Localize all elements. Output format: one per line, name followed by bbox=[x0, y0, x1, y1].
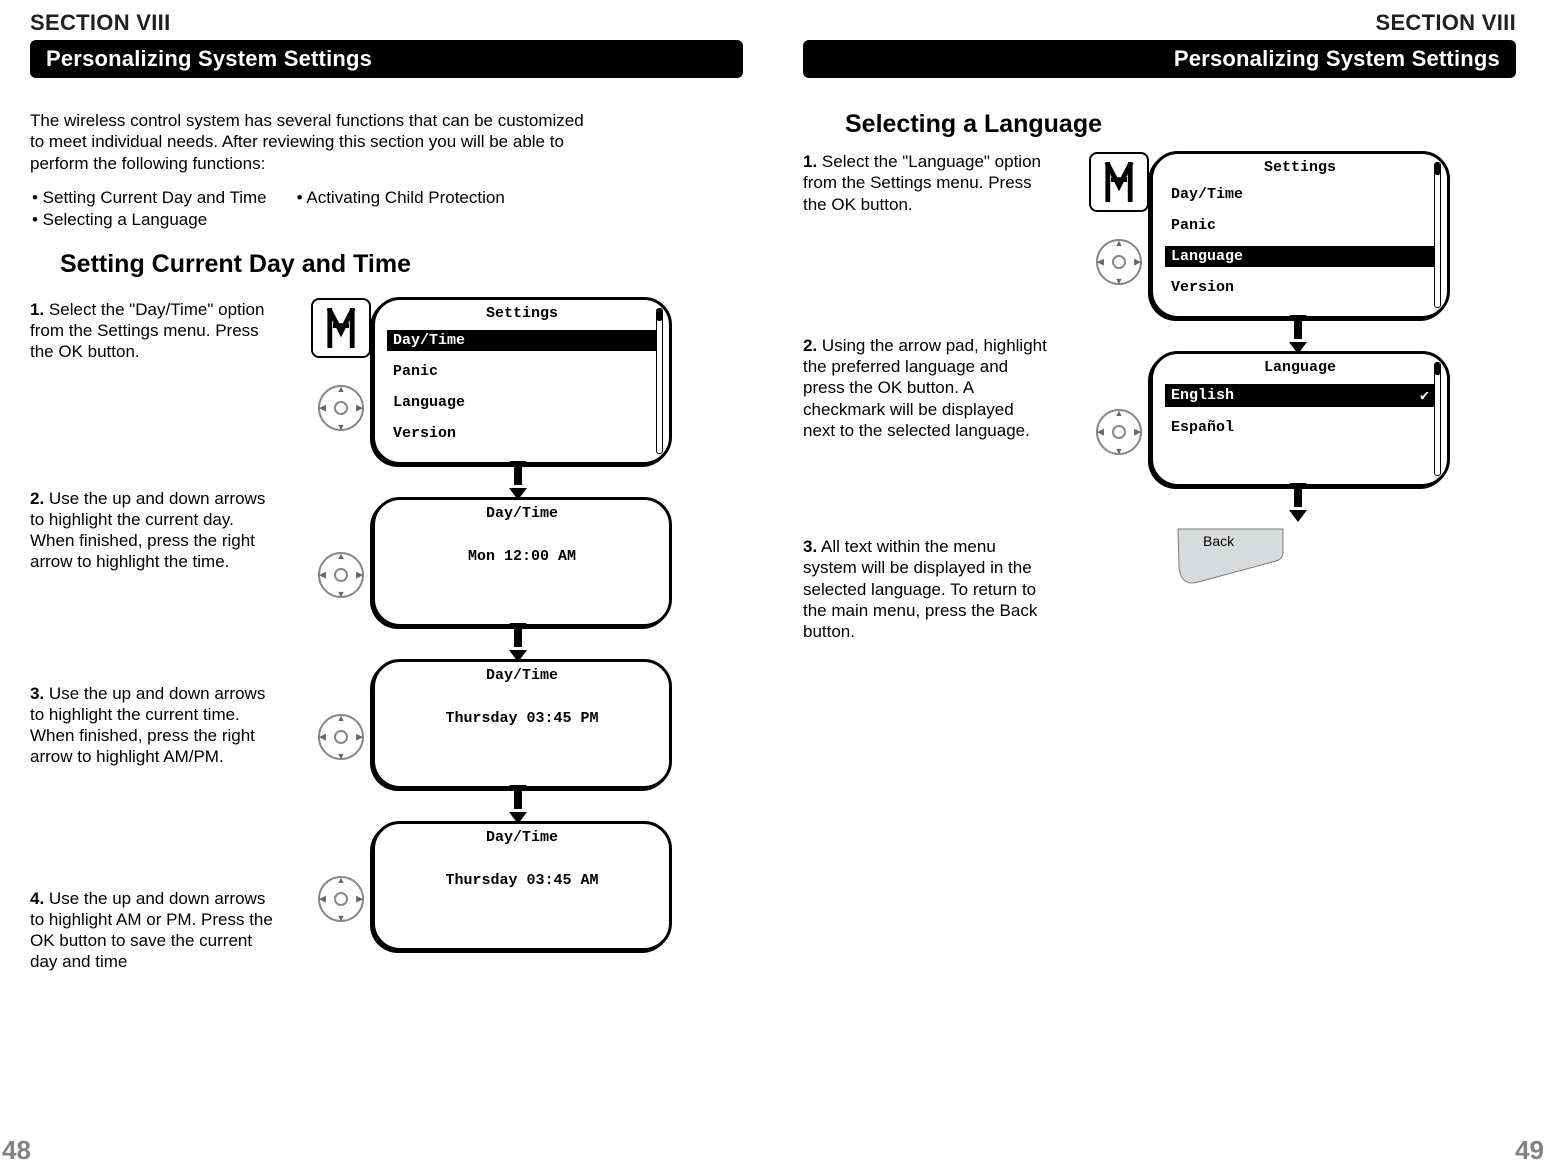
menu-item-english[interactable]: English✔ bbox=[1165, 384, 1435, 407]
bullet-2: • Activating Child Protection bbox=[297, 188, 533, 208]
flow-arrow-icon bbox=[514, 795, 522, 821]
step-2-num: 2. bbox=[30, 489, 44, 508]
flow-arrow-icon bbox=[1294, 493, 1302, 519]
scrollbar[interactable] bbox=[1434, 162, 1441, 308]
screens-column-right: ▲▼◀▶ Settings Day/Time Panic Language Ve… bbox=[1138, 151, 1458, 597]
flow-arrow-icon bbox=[514, 633, 522, 659]
day-value: Thursday bbox=[445, 872, 517, 889]
screen-title: Settings bbox=[375, 300, 669, 326]
step-4-text: Use the up and down arrows to highlight … bbox=[30, 889, 273, 972]
brand-logo-icon bbox=[311, 298, 371, 358]
back-button[interactable]: Back bbox=[1173, 527, 1288, 597]
menu-item-panic[interactable]: Panic bbox=[387, 361, 657, 382]
menu-item-version[interactable]: Version bbox=[1165, 277, 1435, 298]
menu-item-espanol[interactable]: Español bbox=[1165, 417, 1435, 438]
menu-item-daytime[interactable]: Day/Time bbox=[387, 330, 657, 351]
step-1-num: 1. bbox=[30, 300, 44, 319]
step-r3-num: 3. bbox=[803, 537, 817, 556]
dpad-icon[interactable]: ▲▼◀▶ bbox=[311, 378, 371, 438]
brand-logo-icon bbox=[1089, 152, 1149, 212]
check-icon: ✔ bbox=[1420, 386, 1429, 405]
step-r1-text: Select the "Language" option from the Se… bbox=[803, 152, 1041, 214]
device-daytime-1: ▲▼◀▶ Day/Time Mon 12:00 AM bbox=[372, 497, 672, 627]
page-left: SECTION VIII Personalizing System Settin… bbox=[0, 0, 773, 1170]
page-number-right: 49 bbox=[1515, 1135, 1544, 1166]
dpad-icon[interactable]: ▲▼◀▶ bbox=[1089, 402, 1149, 462]
scrollbar[interactable] bbox=[1434, 362, 1441, 476]
page-title-bar-left: Personalizing System Settings bbox=[30, 40, 743, 78]
page-right: SECTION VIII Personalizing System Settin… bbox=[773, 0, 1546, 1170]
steps-column-left: 1. Select the "Day/Time" option from the… bbox=[30, 293, 295, 973]
dpad-icon[interactable]: ▲▼◀▶ bbox=[311, 869, 371, 929]
device-daytime-3: ▲▼◀▶ Day/Time Thursday 03:45 AM bbox=[372, 821, 672, 951]
step-r1-num: 1. bbox=[803, 152, 817, 171]
heading-language: Selecting a Language bbox=[845, 110, 1516, 139]
page-number-left: 48 bbox=[2, 1135, 31, 1166]
flow-arrow-icon bbox=[1294, 325, 1302, 351]
section-label-right: SECTION VIII bbox=[803, 10, 1516, 36]
screen-title: Day/Time bbox=[375, 500, 669, 526]
back-button-label: Back bbox=[1203, 533, 1234, 549]
menu-item-version[interactable]: Version bbox=[387, 423, 657, 444]
device-settings-lang: ▲▼◀▶ Settings Day/Time Panic Language Ve… bbox=[1150, 151, 1450, 319]
time-value: 03:45 AM bbox=[527, 872, 599, 889]
bullet-1: • Setting Current Day and Time bbox=[32, 188, 295, 208]
menu-item-daytime[interactable]: Day/Time bbox=[1165, 184, 1435, 205]
screen-title: Settings bbox=[1153, 154, 1447, 180]
bullet-list: • Setting Current Day and Time • Activat… bbox=[30, 186, 535, 232]
step-3-num: 3. bbox=[30, 684, 44, 703]
heading-day-time: Setting Current Day and Time bbox=[60, 250, 743, 279]
bullet-3: • Selecting a Language bbox=[32, 210, 295, 230]
intro-text: The wireless control system has several … bbox=[30, 110, 590, 174]
time-value: 03:45 PM bbox=[527, 710, 599, 727]
scrollbar[interactable] bbox=[656, 308, 663, 454]
steps-column-right: 1. Select the "Language" option from the… bbox=[803, 151, 1068, 642]
device-language-list: ▲▼◀▶ Language English✔ Español bbox=[1150, 351, 1450, 487]
screens-column-left: ▲▼◀▶ Settings Day/Time Panic Language Ve… bbox=[360, 297, 675, 963]
screen-title: Day/Time bbox=[375, 824, 669, 850]
screen-title: Day/Time bbox=[375, 662, 669, 688]
menu-item-language[interactable]: Language bbox=[387, 392, 657, 413]
step-1-text: Select the "Day/Time" option from the Se… bbox=[30, 300, 264, 362]
device-daytime-2: ▲▼◀▶ Day/Time Thursday 03:45 PM bbox=[372, 659, 672, 789]
dpad-icon[interactable]: ▲▼◀▶ bbox=[311, 707, 371, 767]
time-value: 12:00 AM bbox=[504, 548, 576, 565]
step-r2-text: Using the arrow pad, highlight the prefe… bbox=[803, 336, 1047, 440]
step-3-text: Use the up and down arrows to highlight … bbox=[30, 684, 265, 767]
dpad-icon[interactable]: ▲▼◀▶ bbox=[1089, 232, 1149, 292]
section-label-left: SECTION VIII bbox=[30, 10, 743, 36]
menu-item-language[interactable]: Language bbox=[1165, 246, 1435, 267]
day-value: Mon bbox=[468, 548, 495, 565]
screen-title: Language bbox=[1153, 354, 1447, 380]
day-value: Thursday bbox=[445, 710, 517, 727]
step-r3-text: All text within the menu system will be … bbox=[803, 537, 1037, 641]
step-2-text: Use the up and down arrows to highlight … bbox=[30, 489, 265, 572]
dpad-icon[interactable]: ▲▼◀▶ bbox=[311, 545, 371, 605]
flow-arrow-icon bbox=[514, 471, 522, 497]
device-settings: ▲▼◀▶ Settings Day/Time Panic Language Ve… bbox=[372, 297, 672, 465]
page-title-bar-right: Personalizing System Settings bbox=[803, 40, 1516, 78]
menu-item-panic[interactable]: Panic bbox=[1165, 215, 1435, 236]
step-4-num: 4. bbox=[30, 889, 44, 908]
step-r2-num: 2. bbox=[803, 336, 817, 355]
